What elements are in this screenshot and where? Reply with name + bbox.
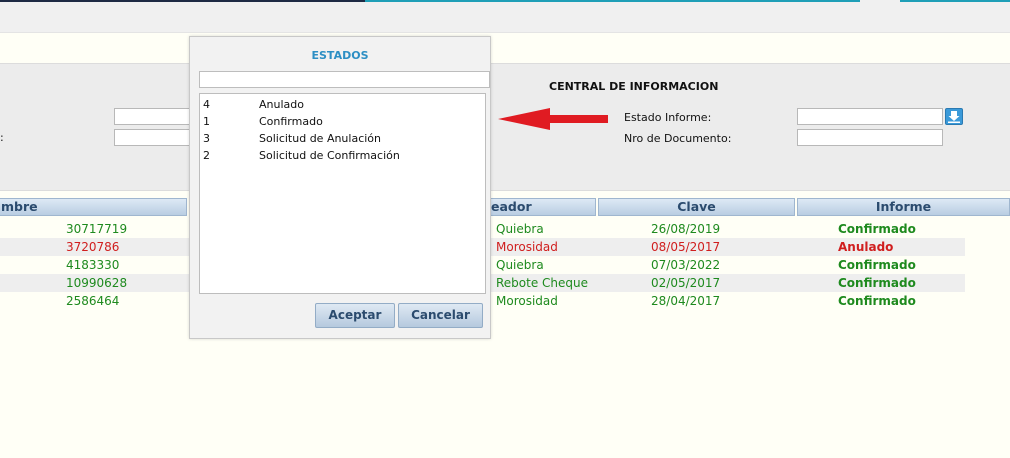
row-date: 02/05/2017 <box>651 276 721 290</box>
list-item-code: 1 <box>203 115 210 128</box>
row-document: 4183330 <box>66 258 120 272</box>
row-date: 28/04/2017 <box>651 294 721 308</box>
page-title: CENTRAL DE INFORMACION <box>549 80 719 93</box>
list-item-code: 3 <box>203 132 210 145</box>
row-document: 10990628 <box>66 276 128 290</box>
modal-search-input[interactable] <box>199 71 490 88</box>
list-item[interactable]: 4 Anulado <box>200 96 485 113</box>
list-item-label: Solicitud de Anulación <box>259 132 382 145</box>
modal-title: ESTADOS <box>311 49 369 62</box>
row-type: Rebote Cheque <box>496 276 589 290</box>
download-icon[interactable] <box>945 108 963 125</box>
top-bar-accent-teal <box>365 0 860 2</box>
column-header-nombre[interactable]: mbre <box>0 198 187 216</box>
estado-informe-label: Estado Informe: <box>624 111 712 124</box>
estado-informe-input[interactable] <box>797 108 943 125</box>
cancel-button[interactable]: Cancelar <box>398 303 483 328</box>
row-status: Confirmado <box>838 294 916 308</box>
row-date: 08/05/2017 <box>651 240 721 254</box>
row-status: Confirmado <box>838 222 916 236</box>
list-item-label: Anulado <box>259 98 304 111</box>
row-status: Confirmado <box>838 276 916 290</box>
row-status: Anulado <box>838 240 894 254</box>
row-status: Confirmado <box>838 258 916 272</box>
row-document: 2586464 <box>66 294 120 308</box>
left-filter-input-1[interactable] <box>114 108 192 125</box>
top-bar <box>0 0 1010 33</box>
list-item-code: 2 <box>203 149 210 162</box>
accept-button[interactable]: Aceptar <box>315 303 395 328</box>
list-item-label: Confirmado <box>259 115 323 128</box>
row-type: Quiebra <box>496 222 544 236</box>
left-filter-label-2: : <box>0 131 4 144</box>
top-bar-accent-teal-right <box>900 0 1010 2</box>
column-header-proveedor[interactable]: eador <box>486 198 596 216</box>
nro-documento-label: Nro de Documento: <box>624 132 732 145</box>
column-header-clave[interactable]: Clave <box>598 198 795 216</box>
column-header-informe[interactable]: Informe <box>797 198 1010 216</box>
row-type: Quiebra <box>496 258 544 272</box>
list-item[interactable]: 3 Solicitud de Anulación <box>200 130 485 147</box>
estados-modal: ESTADOS 4 Anulado 1 Confirmado 3 Solicit… <box>189 36 491 339</box>
estados-list[interactable]: 4 Anulado 1 Confirmado 3 Solicitud de An… <box>199 93 486 294</box>
list-item-code: 4 <box>203 98 210 111</box>
row-document: 3720786 <box>66 240 120 254</box>
row-type: Morosidad <box>496 240 558 254</box>
row-document: 30717719 <box>66 222 128 236</box>
list-item[interactable]: 2 Solicitud de Confirmación <box>200 147 485 164</box>
red-arrow-icon <box>498 108 608 130</box>
row-date: 26/08/2019 <box>651 222 721 236</box>
top-bar-accent-navy <box>0 0 365 2</box>
nro-documento-input[interactable] <box>797 129 943 146</box>
list-item[interactable]: 1 Confirmado <box>200 113 485 130</box>
list-item-label: Solicitud de Confirmación <box>259 149 400 162</box>
row-type: Morosidad <box>496 294 558 308</box>
row-date: 07/03/2022 <box>651 258 721 272</box>
left-filter-input-2[interactable] <box>114 129 192 146</box>
